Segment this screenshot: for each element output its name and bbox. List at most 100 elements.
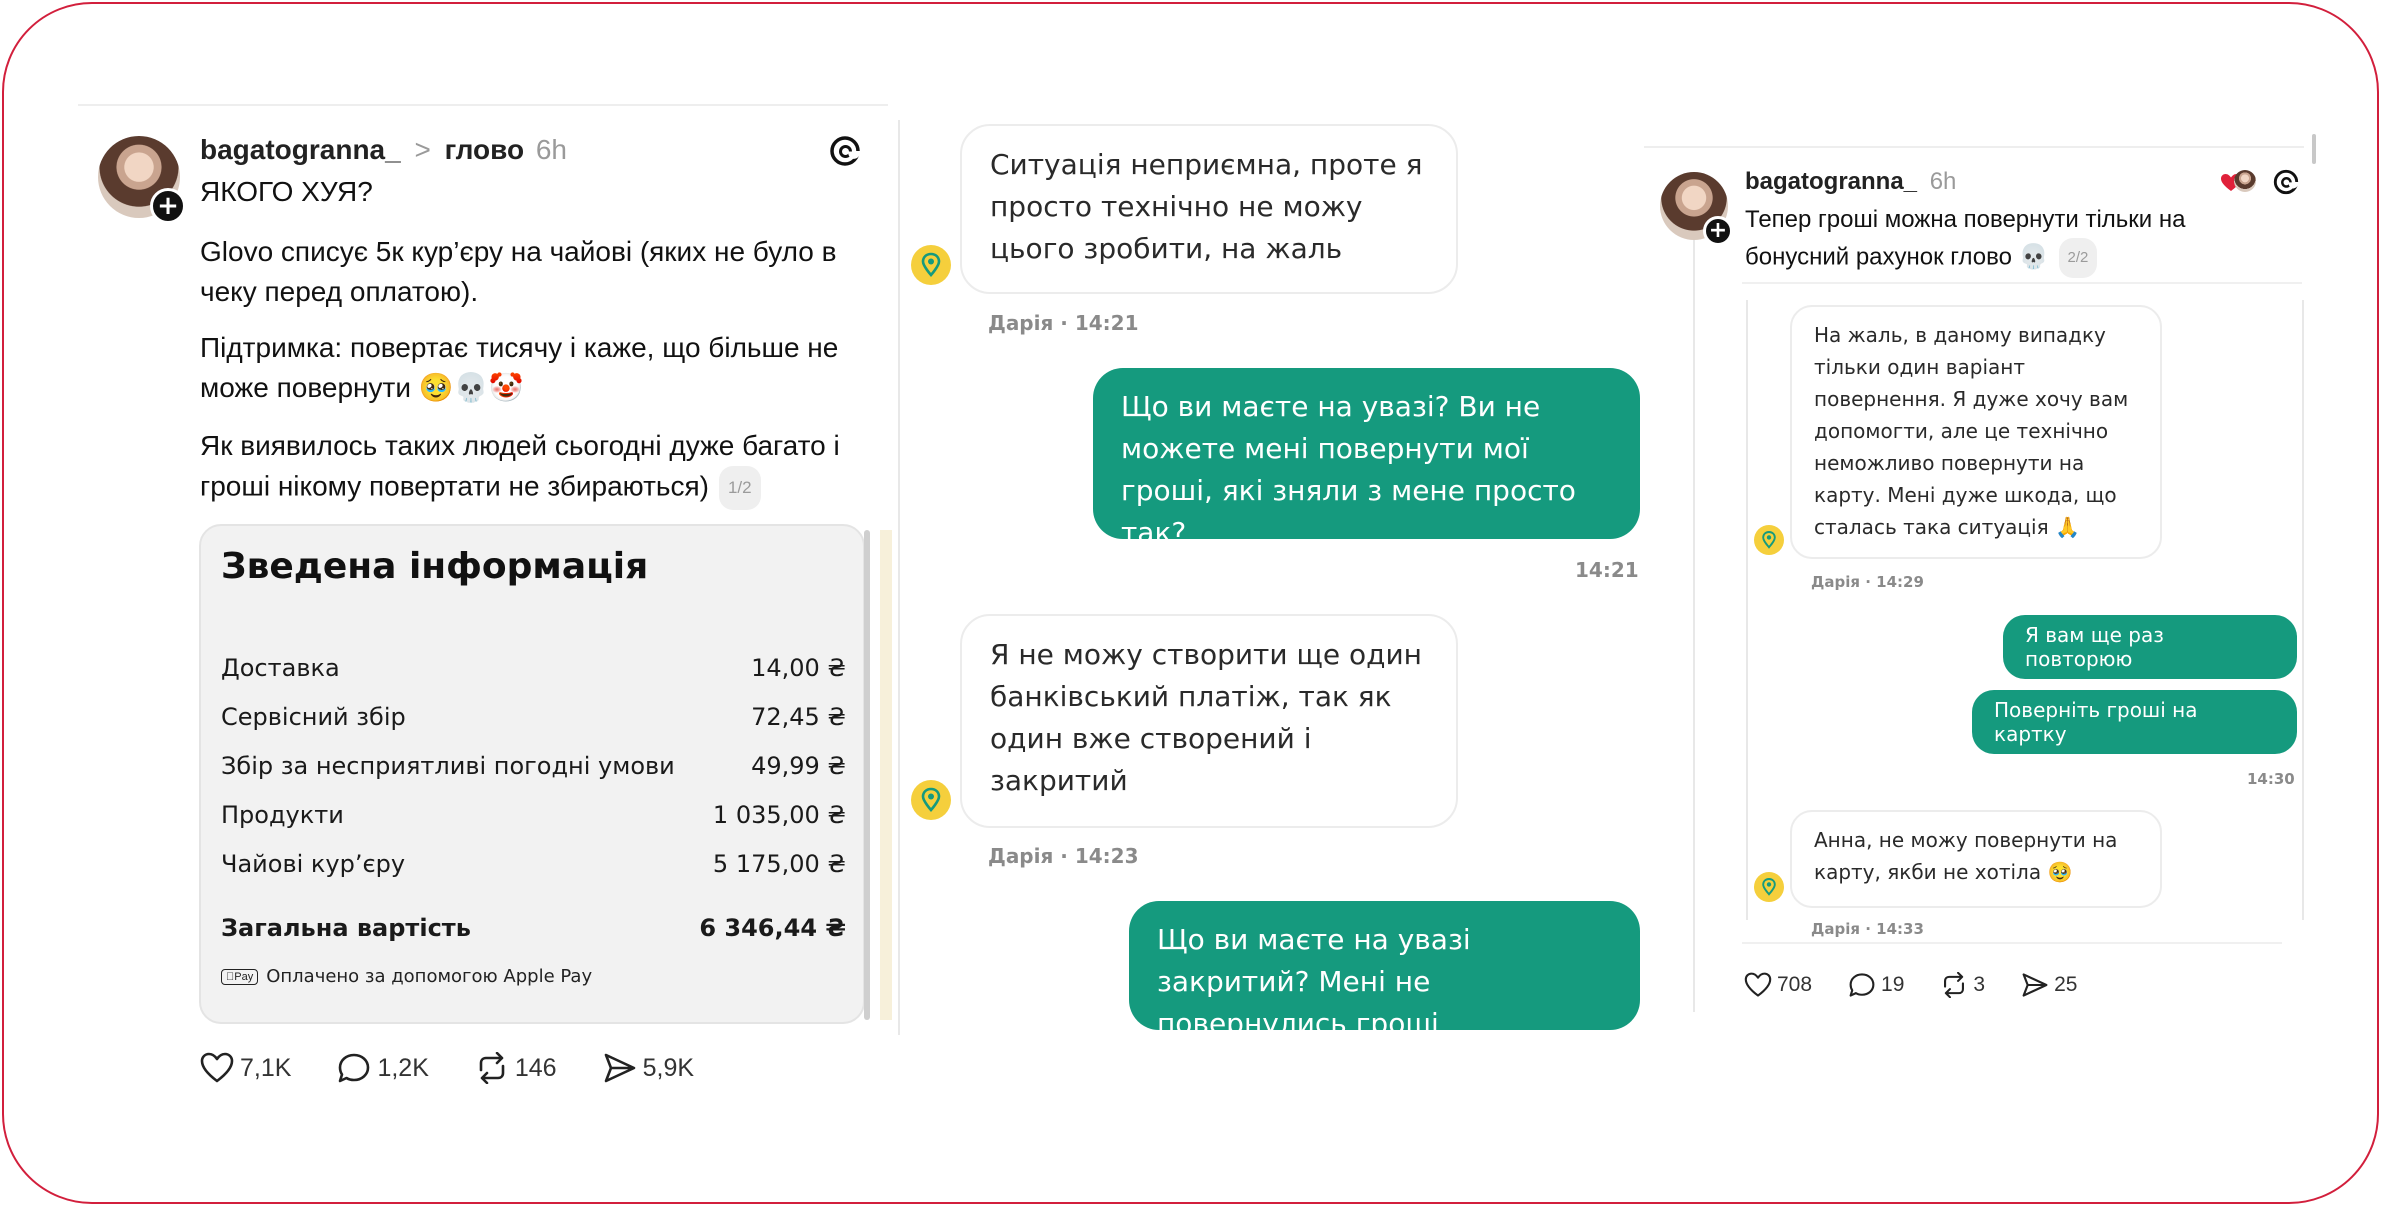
avatar [2234,170,2256,192]
row-label: Доставка [221,654,340,682]
repost-icon [1940,972,1968,998]
chat-bubble-user: Я вам ще раз повторюю [2003,615,2297,679]
chat-bubble-support: Я не можу створити ще один банківський п… [960,614,1458,828]
like-button[interactable]: 708 [1744,972,1812,998]
divider [1742,942,2282,944]
share-button[interactable]: 25 [2021,972,2077,998]
chat-bubble-user: Що ви маєте на увазі закритий? Мені не п… [1129,901,1640,1040]
support-avatar-pin-icon [911,780,951,820]
apple-pay-icon: Pay [221,969,259,985]
send-icon [2021,972,2049,998]
username[interactable]: bagatogranna_ [200,134,401,165]
screenshot-edge [1746,300,1748,920]
like-count: 708 [1777,973,1813,996]
apple-pay-label: Pay [226,971,253,983]
support-avatar-pin-icon [1754,872,1784,902]
reply-count: 1,2K [377,1053,429,1082]
threads-logo-icon[interactable] [828,134,862,168]
message-meta: Дарія · 14:33 [1811,920,1924,938]
row-value: 5 175,00 ₴ [712,850,846,878]
summary-total-row: Загальна вартість 6 346,44 ₴ [221,914,846,942]
chat-bubble-support: Ситуація неприємна, проте я просто техні… [960,124,1458,294]
username[interactable]: bagatogranna_ [1745,168,1917,195]
summary-row: Сервісний збір 72,45 ₴ [221,703,846,731]
summary-row: Чайові кур’єру 5 175,00 ₴ [221,850,846,878]
repost-button[interactable]: 3 [1940,972,1985,998]
payment-note-text: Оплачено за допомогою Apple Pay [257,966,592,987]
carousel-pager: 2/2 [2058,238,2098,278]
chat-bubble-user: Що ви маєте на увазі? Ви не можете мені … [1093,368,1640,549]
action-bar: 7,1K 1,2K 146 5,9K [200,1052,694,1084]
post-time: 6h [535,134,567,165]
thread-line [1693,210,1695,1012]
message-meta: Дарія · 14:21 [988,311,1139,335]
repost-count: 3 [1973,973,1986,996]
message-time: 14:30 [2247,770,2295,788]
summary-row: Збір за несприятливі погодні умови 49,99… [221,752,846,780]
repost-icon [475,1052,509,1084]
chevron-right-icon: > [414,134,431,165]
total-label: Загальна вартість [221,914,471,942]
card-shadow [864,530,870,1020]
summary-title: Зведена інформація [221,546,649,587]
support-avatar-pin-icon [1754,525,1784,555]
reply-count: 19 [1881,973,1905,996]
row-value: 1 035,00 ₴ [712,801,846,829]
post-paragraph: Підтримка: повертає тисячу і каже, що бі… [200,332,839,403]
community-name[interactable]: глово [445,134,524,165]
post-header: bagatogranna_ > глово 6h [200,134,567,166]
post-header: bagatogranna_ 6h [1745,168,1956,196]
post-time: 6h [1929,168,1957,195]
post-title: ЯКОГО ХУЯ? [200,176,373,207]
order-summary-card[interactable]: Зведена інформація Доставка 14,00 ₴ Серв… [199,524,865,1024]
summary-row: Продукти 1 035,00 ₴ [221,801,846,829]
divider [1644,146,2304,148]
chat-bubble-user: Поверніть гроші на картку [1972,690,2297,754]
comment-icon [1848,972,1876,998]
like-count: 7,1K [240,1053,292,1082]
row-label: Продукти [221,801,344,829]
next-slide-peek[interactable] [880,530,892,1020]
chat-bubble-support: На жаль, в даному випадку тільки один ва… [1790,305,2162,559]
heart-icon [200,1052,234,1084]
apple-glyph:  [226,971,234,983]
row-label: Чайові кур’єру [221,850,406,878]
support-avatar-pin-icon [911,245,951,285]
row-value: 14,00 ₴ [751,654,846,682]
carousel-pager: 1/2 [718,466,761,510]
like-button[interactable]: 7,1K [200,1052,291,1084]
repost-count: 146 [514,1053,557,1082]
payment-note: PayОплачено за допомогою Apple Pay [221,966,592,987]
chat-bubble-support: Анна, не можу повернути на карту, якби н… [1790,810,2162,908]
row-label: Збір за несприятливі погодні умови [221,752,675,780]
share-count: 25 [2054,973,2078,996]
message-meta: Дарія · 14:29 [1811,573,1924,591]
row-value: 49,99 ₴ [751,752,846,780]
heart-icon [1744,972,1772,998]
screenshot-edge [2302,300,2304,920]
message-meta: Дарія · 14:23 [988,844,1139,868]
comment-icon [337,1052,371,1084]
divider [898,120,900,1035]
message-time: 14:21 [1575,558,1639,582]
divider [78,104,888,106]
post-paragraph: Glovo списує 5к кур’єру на чайові (яких … [200,236,837,307]
summary-row: Доставка 14,00 ₴ [221,654,846,682]
divider [1742,282,2302,284]
threads-logo-icon[interactable] [2272,168,2300,196]
reply-button[interactable]: 19 [1848,972,1904,998]
row-label: Сервісний збір [221,703,406,731]
post-text: Тепер гроші можна повернути тільки на бо… [1745,202,2215,278]
scrollbar-thumb[interactable] [2312,134,2316,164]
follow-plus-icon[interactable]: + [150,188,186,224]
post-text-body: Тепер гроші можна повернути тільки на бо… [1745,206,2186,271]
send-icon [603,1052,637,1084]
action-bar: 708 19 3 25 [1744,972,2077,998]
share-button[interactable]: 5,9K [603,1052,694,1084]
reply-button[interactable]: 1,2K [337,1052,429,1084]
row-value: 72,45 ₴ [751,703,846,731]
repost-button[interactable]: 146 [475,1052,557,1084]
total-value: 6 346,44 ₴ [699,914,846,942]
post-paragraph: Як виявилось таких людей сьогодні дуже б… [200,426,880,510]
follow-plus-icon[interactable]: + [1703,216,1733,246]
